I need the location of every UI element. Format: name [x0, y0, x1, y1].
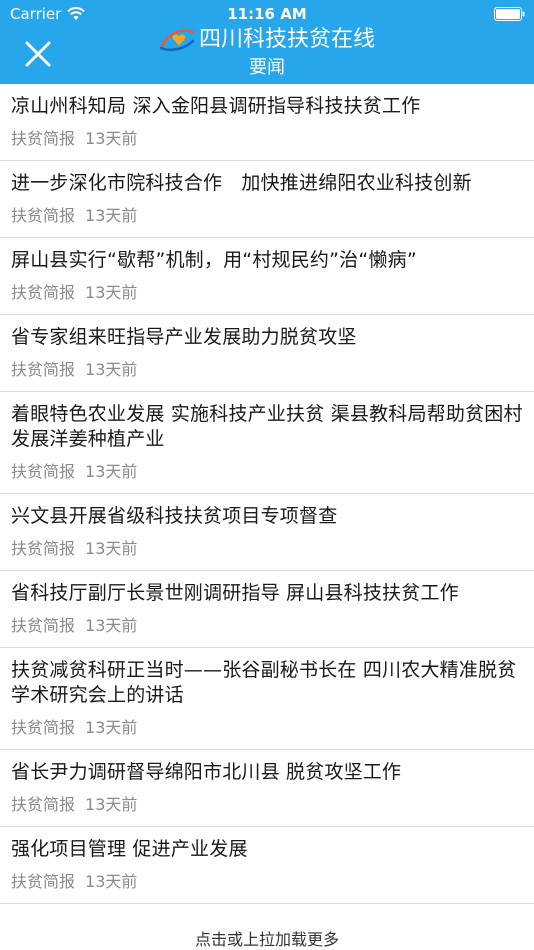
news-item[interactable]: 强化项目管理 促进产业发展 扶贫简报 13天前: [0, 827, 534, 904]
news-item[interactable]: 着眼特色农业发展 实施科技产业扶贫 渠县教科局帮助贫困村发展洋姜种植产业 扶贫简…: [0, 392, 534, 494]
status-bar: Carrier 11:16 AM: [0, 0, 534, 28]
news-meta: 扶贫简报 13天前: [11, 872, 524, 903]
news-source: 扶贫简报: [11, 462, 76, 481]
clock: 11:16 AM: [227, 5, 307, 23]
news-source: 扶贫简报: [11, 283, 76, 302]
news-source: 扶贫简报: [11, 616, 76, 635]
news-item[interactable]: 屏山县实行“歇帮”机制，用“村规民约”治“懒病” 扶贫简报 13天前: [0, 238, 534, 315]
news-title: 强化项目管理 促进产业发展: [11, 838, 248, 860]
title-area: 四川科技扶贫在线 要闻: [0, 26, 534, 80]
news-time: 13天前: [85, 462, 138, 481]
news-time: 13天前: [85, 206, 138, 225]
app-header: Carrier 11:16 AM 四川科技扶贫在线 要闻: [0, 0, 534, 84]
news-item[interactable]: 省专家组来旺指导产业发展助力脱贫攻坚 扶贫简报 13天前: [0, 315, 534, 392]
news-title: 扶贫减贫科研正当时——张谷副秘书长在 四川农大精准脱贫学术研究会上的讲话: [11, 659, 517, 706]
news-item[interactable]: 扶贫减贫科研正当时——张谷副秘书长在 四川农大精准脱贫学术研究会上的讲话 扶贫简…: [0, 648, 534, 750]
news-source: 扶贫简报: [11, 206, 76, 225]
news-meta: 扶贫简报 13天前: [11, 283, 524, 314]
news-title: 着眼特色农业发展 实施科技产业扶贫 渠县教科局帮助贫困村发展洋姜种植产业: [11, 403, 523, 450]
news-title: 省科技厅副厅长景世刚调研指导 屏山县科技扶贫工作: [11, 582, 459, 604]
news-title: 屏山县实行“歇帮”机制，用“村规民约”治“懒病”: [11, 249, 417, 271]
news-source: 扶贫简报: [11, 539, 76, 558]
news-title: 省专家组来旺指导产业发展助力脱贫攻坚: [11, 326, 357, 348]
news-time: 13天前: [85, 283, 138, 302]
news-source: 扶贫简报: [11, 360, 76, 379]
news-meta: 扶贫简报 13天前: [11, 206, 524, 237]
load-more-button[interactable]: 点击或上拉加载更多: [0, 926, 534, 950]
news-time: 13天前: [85, 795, 138, 814]
news-source: 扶贫简报: [11, 129, 76, 148]
news-time: 13天前: [85, 129, 138, 148]
news-meta: 扶贫简报 13天前: [11, 795, 524, 826]
news-time: 13天前: [85, 616, 138, 635]
news-meta: 扶贫简报 13天前: [11, 539, 524, 570]
page-subtitle: 要闻: [249, 57, 285, 78]
news-title: 兴文县开展省级科技扶贫项目专项督查: [11, 505, 338, 527]
battery-icon: [494, 7, 525, 21]
news-title: 进一步深化市院科技合作 加快推进绵阳农业科技创新: [11, 172, 472, 194]
news-title: 省长尹力调研督导绵阳市北川县 脱贫攻坚工作: [11, 761, 402, 783]
news-source: 扶贫简报: [11, 795, 76, 814]
news-item[interactable]: 兴文县开展省级科技扶贫项目专项督查 扶贫简报 13天前: [0, 494, 534, 571]
news-meta: 扶贫简报 13天前: [11, 718, 524, 749]
news-item[interactable]: 凉山州科知局 深入金阳县调研指导科技扶贫工作 扶贫简报 13天前: [0, 84, 534, 161]
app-title: 四川科技扶贫在线: [198, 27, 375, 52]
news-item[interactable]: 省长尹力调研督导绵阳市北川县 脱贫攻坚工作 扶贫简报 13天前: [0, 750, 534, 827]
news-meta: 扶贫简报 13天前: [11, 360, 524, 391]
news-time: 13天前: [85, 360, 138, 379]
news-meta: 扶贫简报 13天前: [11, 616, 524, 647]
news-item[interactable]: 进一步深化市院科技合作 加快推进绵阳农业科技创新 扶贫简报 13天前: [0, 161, 534, 238]
news-source: 扶贫简报: [11, 718, 76, 737]
news-source: 扶贫简报: [11, 872, 76, 891]
title-line: 四川科技扶贫在线: [0, 26, 534, 54]
news-title: 凉山州科知局 深入金阳县调研指导科技扶贫工作: [11, 95, 421, 117]
news-time: 13天前: [85, 539, 138, 558]
kj-logo-icon: [159, 29, 195, 51]
news-meta: 扶贫简报 13天前: [11, 129, 524, 160]
news-meta: 扶贫简报 13天前: [11, 462, 524, 493]
news-time: 13天前: [85, 718, 138, 737]
news-item[interactable]: 省科技厅副厅长景世刚调研指导 屏山县科技扶贫工作 扶贫简报 13天前: [0, 571, 534, 648]
news-list: 凉山州科知局 深入金阳县调研指导科技扶贫工作 扶贫简报 13天前 进一步深化市院科…: [0, 84, 534, 904]
news-time: 13天前: [85, 872, 138, 891]
